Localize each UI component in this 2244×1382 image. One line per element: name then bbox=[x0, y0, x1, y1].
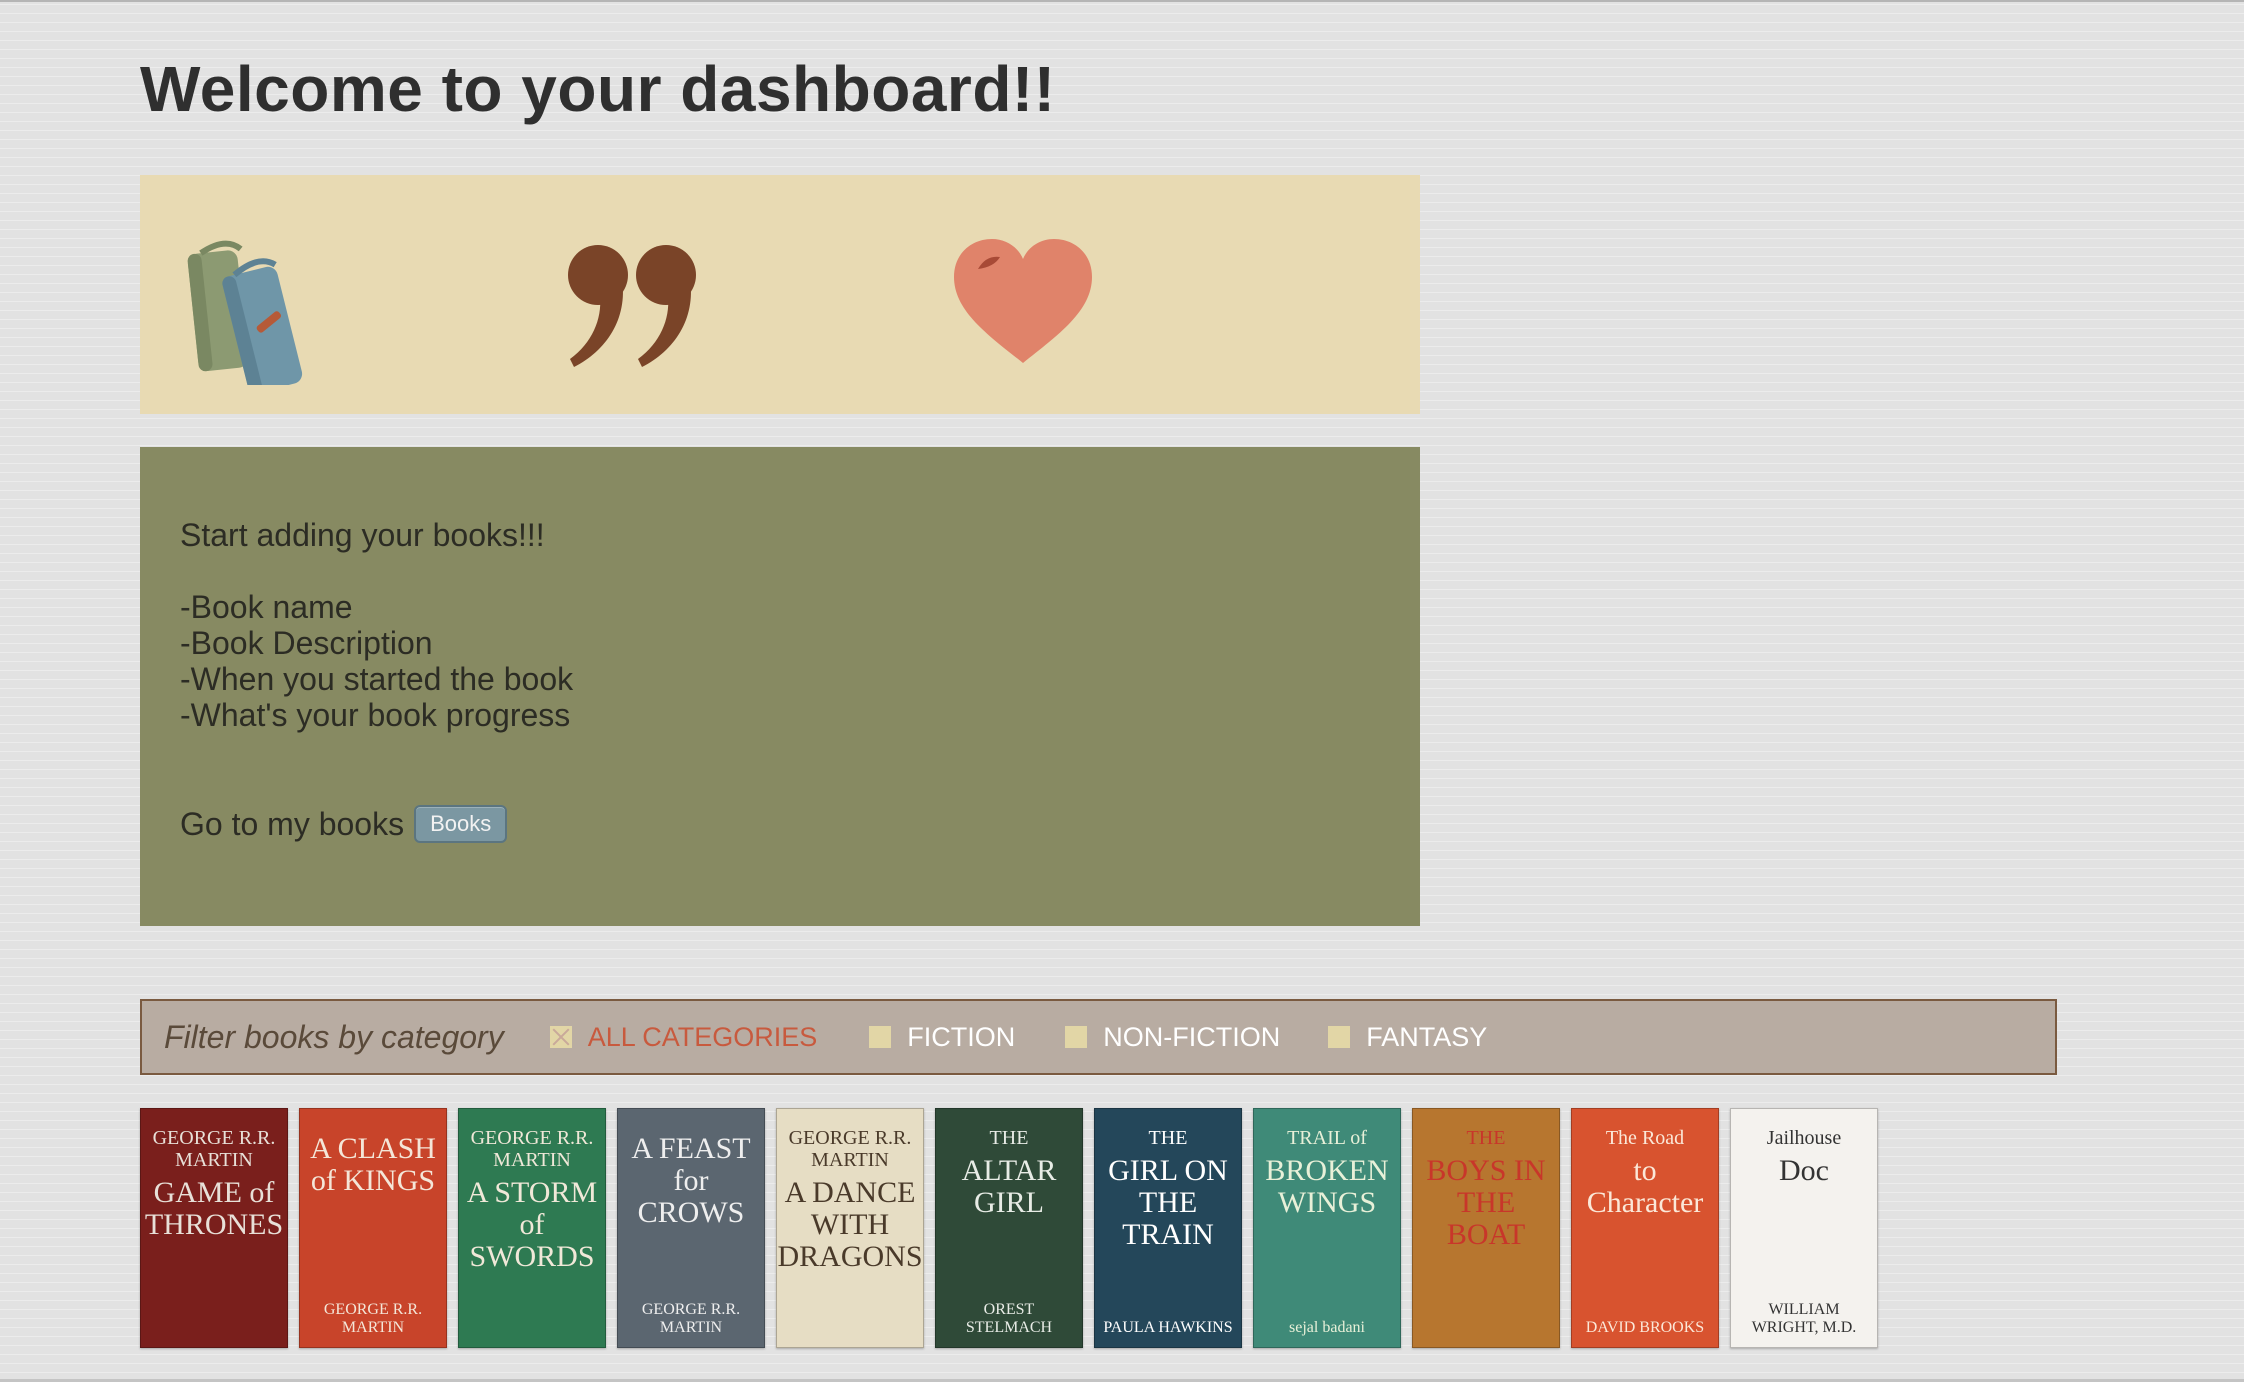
filter-all-categories[interactable]: ALL CATEGORIES bbox=[549, 1021, 818, 1053]
filter-label: Filter books by category bbox=[164, 1018, 504, 1055]
filter-non-fiction[interactable]: NON-FICTION bbox=[1065, 1022, 1280, 1053]
book-cover[interactable]: THE BOYS IN THE BOAT bbox=[1412, 1108, 1560, 1348]
checkbox-icon[interactable] bbox=[1328, 1026, 1351, 1048]
filter-item-label: FICTION bbox=[907, 1021, 1016, 1052]
checklist-item: -Book name bbox=[180, 589, 353, 625]
book-cover-line3: sejal badani bbox=[1289, 1319, 1365, 1336]
icon-panel bbox=[140, 175, 1420, 414]
book-cover-title: A CLASH of KINGS bbox=[310, 1132, 436, 1197]
checklist-item: -Book Description bbox=[180, 625, 433, 661]
filter-fantasy[interactable]: FANTASY bbox=[1328, 1022, 1487, 1053]
book-cover-title: BROKEN WINGS bbox=[1265, 1154, 1389, 1219]
book-cover-title: GIRL ON THE TRAIN bbox=[1108, 1154, 1228, 1251]
books-icon[interactable] bbox=[180, 225, 320, 394]
checklist-item: -When you started the book bbox=[180, 661, 574, 697]
book-cover[interactable]: A FEAST for CROWS GEORGE R.R. MARTIN bbox=[617, 1108, 765, 1348]
goto-books-row: Go to my books Books bbox=[180, 805, 508, 843]
info-panel: Start adding your books!!! -Book name -B… bbox=[140, 447, 1420, 926]
book-cover-line3: PAULA HAWKINS bbox=[1103, 1319, 1233, 1336]
category-filter-bar: Filter books by category ALL CATEGORIES … bbox=[140, 999, 2057, 1075]
book-cover-line1: GEORGE R.R. MARTIN bbox=[152, 1127, 276, 1171]
info-text: Start adding your books!!! -Book name -B… bbox=[180, 517, 573, 733]
book-cover[interactable]: THE GIRL ON THE TRAIN PAULA HAWKINS bbox=[1094, 1108, 1242, 1348]
book-cover[interactable]: Jailhouse Doc WILLIAM WRIGHT, M.D. bbox=[1730, 1108, 1878, 1348]
book-cover-line3: OREST STELMACH bbox=[965, 1301, 1053, 1336]
filter-item-label: NON-FICTION bbox=[1103, 1021, 1281, 1052]
filter-item-label: FANTASY bbox=[1366, 1021, 1488, 1052]
checkbox-icon[interactable] bbox=[869, 1026, 892, 1048]
book-cover-line1: THE bbox=[1466, 1127, 1506, 1149]
top-rule bbox=[0, 0, 2244, 2]
book-cover[interactable]: GEORGE R.R. MARTIN GAME of THRONES bbox=[140, 1108, 288, 1348]
checkbox-icon[interactable] bbox=[1065, 1026, 1088, 1048]
book-cover-title: GAME of THRONES bbox=[144, 1176, 284, 1241]
book-cover[interactable]: The Road to Character DAVID BROOKS bbox=[1571, 1108, 1719, 1348]
book-cover-title: ALTAR GIRL bbox=[961, 1154, 1057, 1219]
intro-text: Start adding your books!!! bbox=[180, 517, 545, 553]
book-cover[interactable]: TRAIL of BROKEN WINGS sejal badani bbox=[1253, 1108, 1401, 1348]
checklist-item: -What's your book progress bbox=[180, 697, 571, 733]
book-cover-line3: GEORGE R.R. MARTIN bbox=[641, 1301, 741, 1336]
book-cover-line1: Jailhouse bbox=[1766, 1127, 1842, 1149]
goto-books-label: Go to my books bbox=[180, 805, 405, 842]
book-cover[interactable]: THE ALTAR GIRL OREST STELMACH bbox=[935, 1108, 1083, 1348]
book-cover[interactable]: GEORGE R.R. MARTIN A DANCE WITH DRAGONS bbox=[776, 1108, 924, 1348]
book-cover-line1: GEORGE R.R. MARTIN bbox=[470, 1127, 594, 1171]
book-cover-line3: WILLIAM WRIGHT, M.D. bbox=[1751, 1301, 1857, 1336]
book-cover-title: Doc bbox=[1779, 1154, 1829, 1187]
filter-fiction[interactable]: FICTION bbox=[869, 1022, 1015, 1053]
books-button[interactable]: Books bbox=[414, 805, 508, 843]
book-cover-line1: THE bbox=[1148, 1127, 1188, 1149]
book-cover-line1: GEORGE R.R. MARTIN bbox=[788, 1127, 912, 1171]
book-cover-title: A FEAST for CROWS bbox=[631, 1132, 751, 1229]
book-cover-title: to Character bbox=[1586, 1154, 1704, 1219]
heart-icon[interactable] bbox=[948, 235, 1092, 395]
filter-item-label: ALL CATEGORIES bbox=[587, 1021, 818, 1052]
book-cover[interactable]: A CLASH of KINGS GEORGE R.R. MARTIN bbox=[299, 1108, 447, 1348]
book-cover[interactable]: GEORGE R.R. MARTIN A STORM of SWORDS bbox=[458, 1108, 606, 1348]
book-cover-line1: The Road bbox=[1605, 1127, 1685, 1149]
book-cover-line3: GEORGE R.R. MARTIN bbox=[323, 1301, 423, 1336]
book-cover-title: A STORM of SWORDS bbox=[466, 1176, 598, 1273]
checkbox-icon[interactable] bbox=[549, 1026, 572, 1048]
quote-icon[interactable] bbox=[562, 235, 702, 395]
book-cover-line3: DAVID BROOKS bbox=[1585, 1319, 1705, 1336]
book-cover-line1: TRAIL of bbox=[1287, 1127, 1367, 1149]
book-cover-title: BOYS IN THE BOAT bbox=[1426, 1154, 1546, 1251]
page-title: Welcome to your dashboard!! bbox=[140, 53, 1056, 125]
book-cover-line1: THE bbox=[989, 1127, 1029, 1149]
book-cover-title: A DANCE WITH DRAGONS bbox=[777, 1176, 923, 1273]
